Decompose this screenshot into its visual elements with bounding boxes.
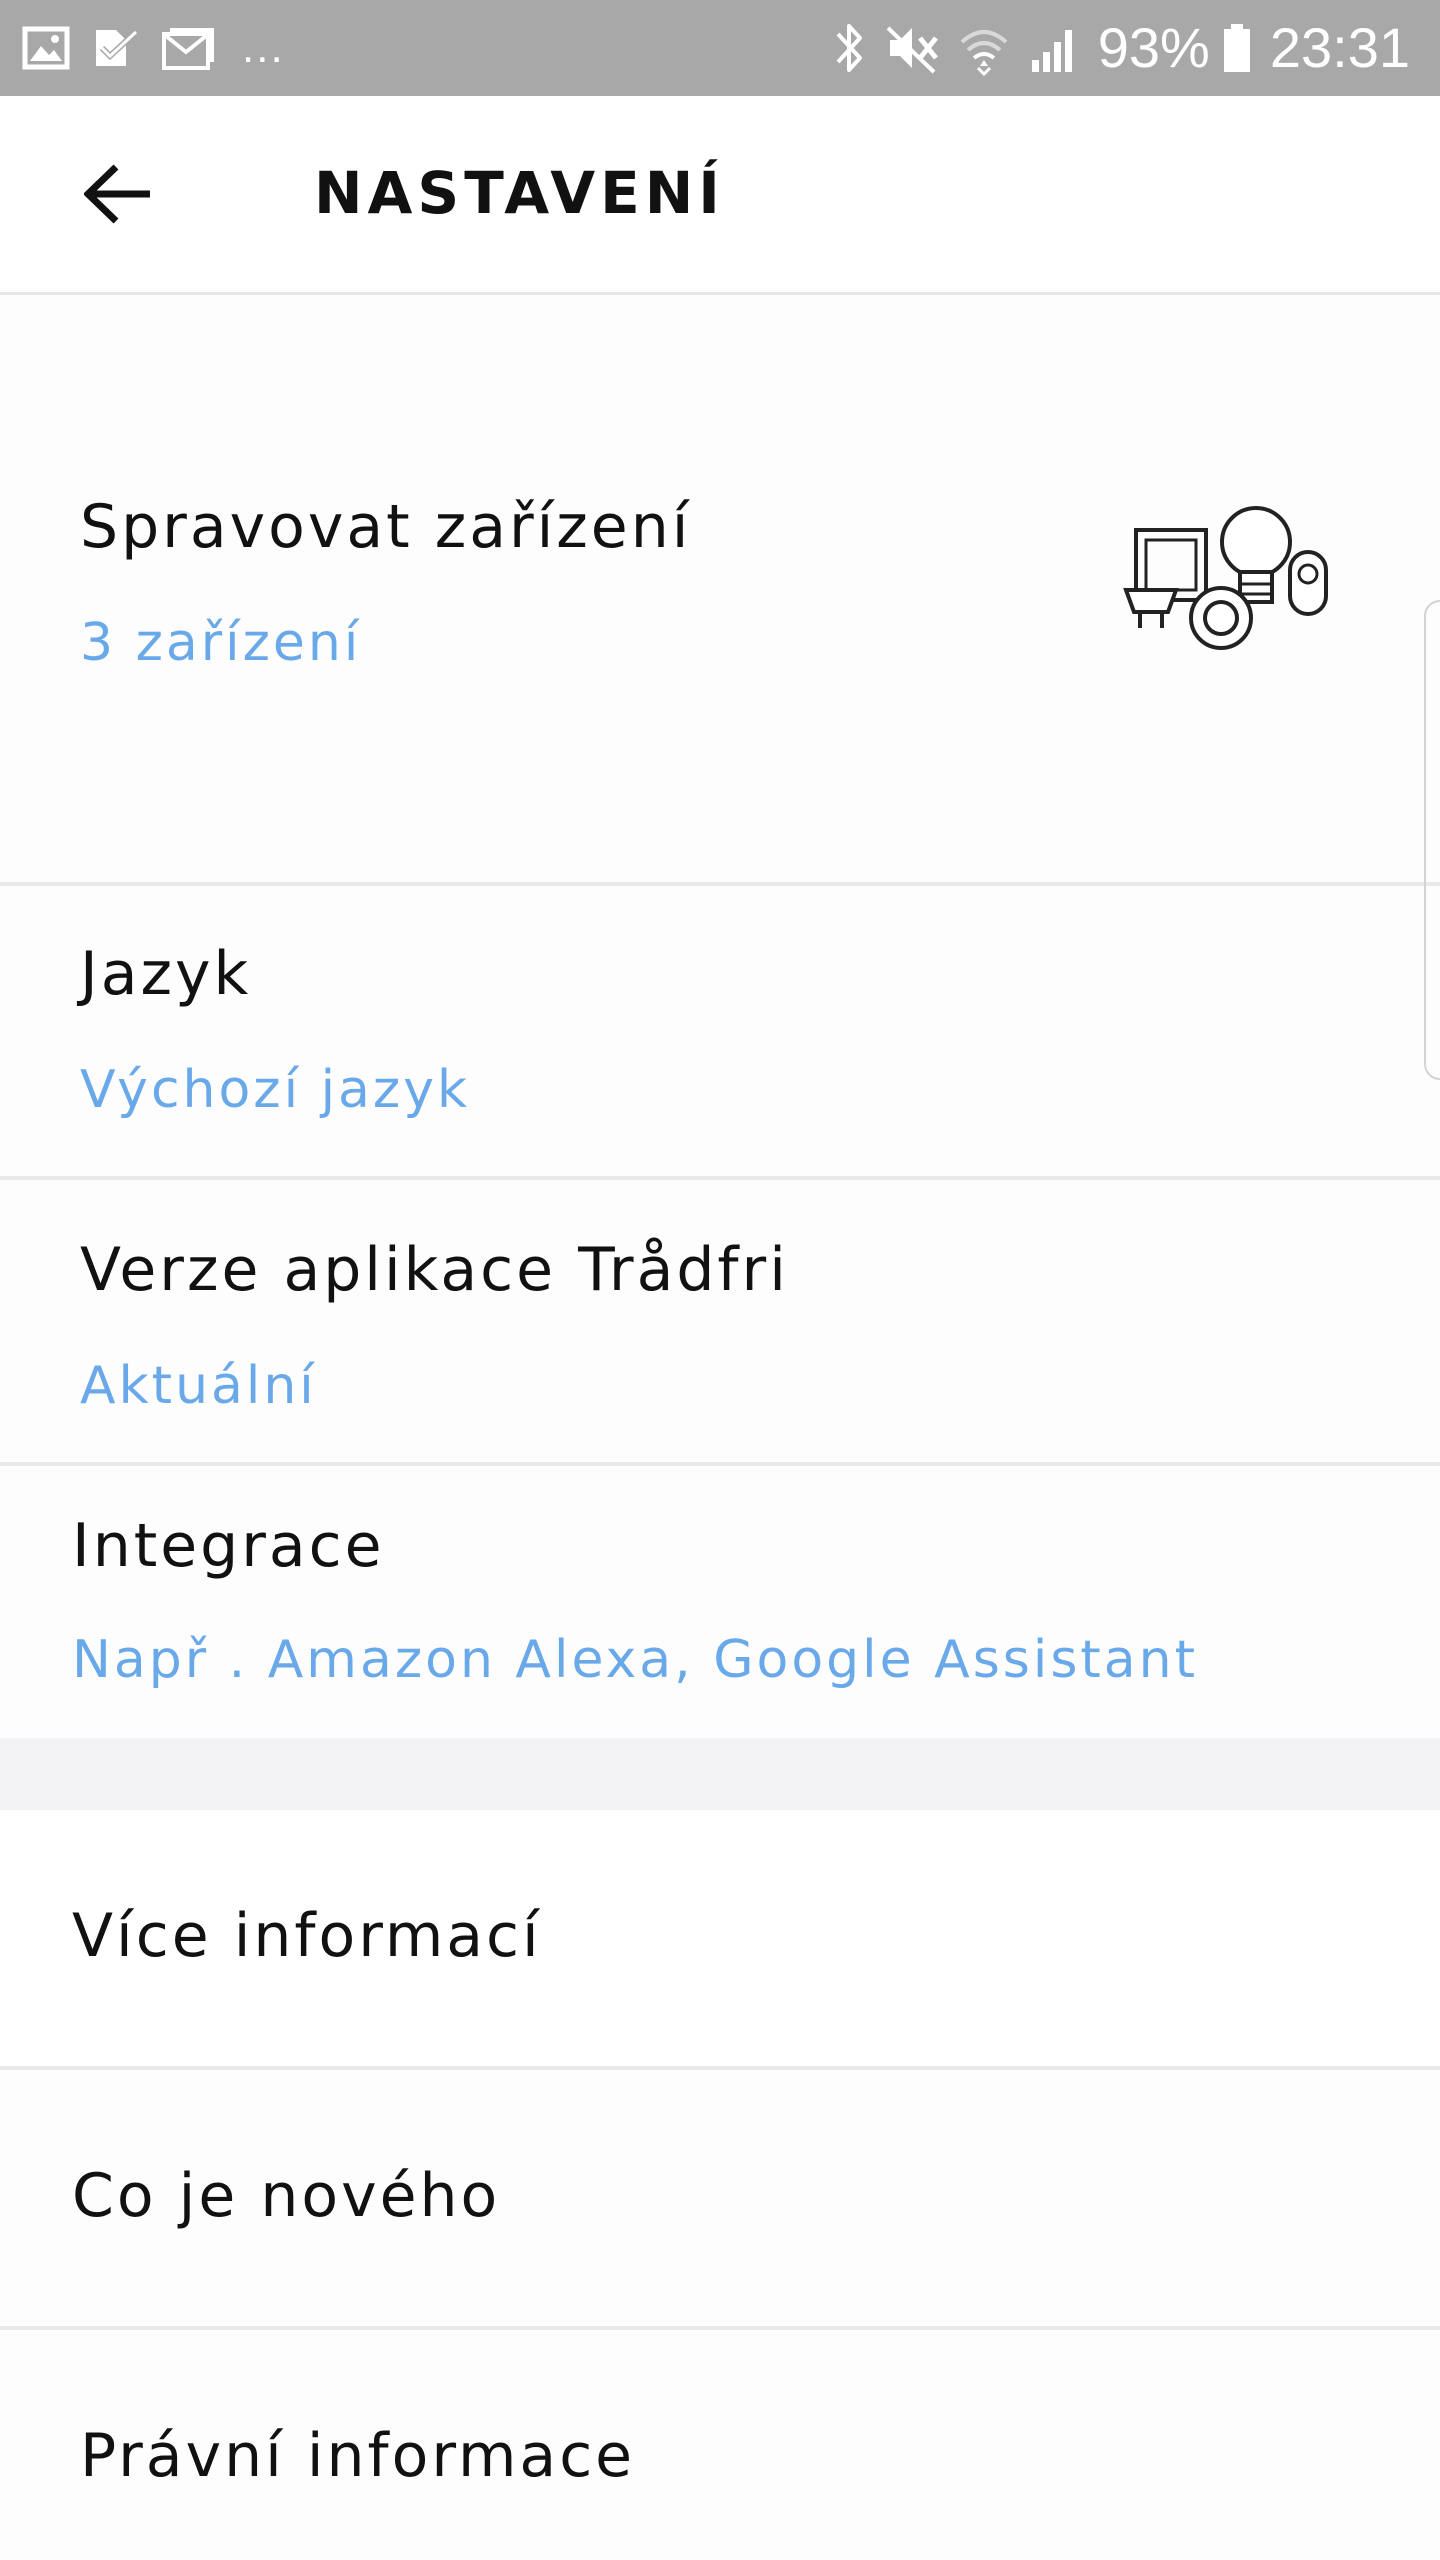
mute-icon (886, 26, 938, 74)
system-status: 93% 23:31 (832, 16, 1410, 80)
bluetooth-icon (836, 24, 862, 72)
task-check-icon (96, 29, 139, 66)
more-info-label: Více informací (72, 1901, 542, 1971)
app-version-title: Verze aplikace Trådfri (80, 1235, 789, 1305)
section-separator (0, 1738, 1440, 1810)
app-version-item[interactable]: Verze aplikace Trådfri Aktuální (0, 1180, 1440, 1462)
clock: 23:31 (1269, 16, 1410, 79)
language-item[interactable]: Jazyk Výchozí jazyk (0, 886, 1440, 1176)
whats-new-label: Co je nového (72, 2161, 501, 2231)
battery-icon (1223, 24, 1250, 72)
language-value: Výchozí jazyk (80, 1060, 471, 1120)
more-notifications: ... (242, 23, 285, 72)
integration-title: Integrace (72, 1511, 385, 1581)
signal-icon (1031, 30, 1072, 72)
app-bar: NASTAVENÍ (0, 96, 1440, 295)
arrow-left-icon (84, 164, 150, 224)
image-icon (22, 26, 70, 70)
app-version-status: Aktuální (80, 1356, 317, 1416)
manage-devices-title: Spravovat zařízení (80, 492, 692, 562)
devices-illustration (1123, 506, 1328, 650)
page-title: NASTAVENÍ (314, 159, 725, 227)
integration-examples: Např . Amazon Alexa, Google Assistant (72, 1630, 1199, 1690)
integration-item[interactable]: Integrace Např . Amazon Alexa, Google As… (0, 1466, 1440, 1738)
whats-new-item[interactable]: Co je nového (0, 2070, 1440, 2326)
legal-info-label: Právní informace (80, 2421, 636, 2491)
legal-info-item[interactable]: Právní informace (0, 2330, 1440, 2560)
language-title: Jazyk (80, 939, 252, 1009)
back-button[interactable] (74, 154, 164, 234)
status-bar: ... 93% 23:31 (0, 0, 1440, 96)
wifi-icon (960, 30, 1008, 76)
mail-icon (162, 28, 214, 70)
notification-icons: ... (22, 18, 285, 78)
more-info-item[interactable]: Více informací (0, 1810, 1440, 2066)
battery-percentage: 93% (1097, 16, 1210, 79)
manage-devices-count: 3 zařízení (80, 613, 362, 673)
edge-panel-handle[interactable] (1424, 600, 1440, 1080)
